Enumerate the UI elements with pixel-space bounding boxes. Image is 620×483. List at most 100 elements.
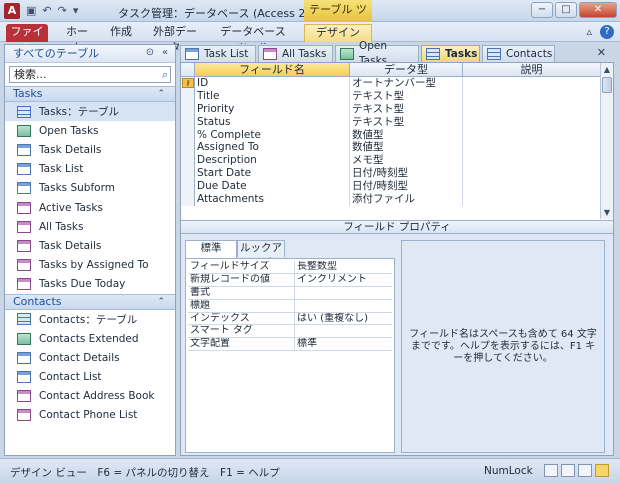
field-name-cell[interactable]: Due Date bbox=[195, 180, 350, 194]
property-row[interactable]: 新規レコードの値 インクリメント bbox=[188, 273, 392, 287]
maximize-button[interactable]: □ bbox=[555, 2, 577, 18]
field-name-cell[interactable]: % Complete bbox=[195, 128, 350, 142]
nav-item[interactable]: Tasks by Assigned To bbox=[5, 256, 175, 275]
field-name-cell[interactable]: ID bbox=[195, 77, 350, 90]
description-cell[interactable] bbox=[463, 167, 601, 180]
document-tab[interactable]: Task List bbox=[180, 45, 256, 62]
nav-group-header[interactable]: Contacts ⌃ bbox=[5, 293, 175, 310]
description-cell[interactable] bbox=[463, 154, 601, 167]
data-type-cell[interactable]: 数値型 bbox=[350, 128, 463, 142]
field-row[interactable]: Attachments 添付ファイル bbox=[181, 193, 601, 206]
property-value[interactable] bbox=[295, 300, 392, 312]
tab-external-data[interactable]: 外部データ bbox=[150, 24, 200, 54]
row-selector[interactable] bbox=[181, 180, 195, 194]
nav-item[interactable]: Active Tasks bbox=[5, 198, 175, 217]
undo-icon[interactable]: ↶ bbox=[42, 4, 51, 17]
field-name-cell[interactable]: Start Date bbox=[195, 167, 350, 181]
document-tab[interactable]: Contacts bbox=[482, 45, 555, 62]
property-row[interactable]: インデックス はい (重複なし) bbox=[188, 312, 392, 326]
row-selector[interactable] bbox=[181, 141, 195, 155]
datasheet-view-icon[interactable] bbox=[544, 464, 558, 477]
column-header-data-type[interactable]: データ型 bbox=[350, 63, 463, 76]
nav-item[interactable]: Tasks：テーブル bbox=[5, 102, 175, 122]
search-icon[interactable]: ⌕ bbox=[162, 67, 168, 82]
minimize-ribbon-icon[interactable]: ▵ bbox=[586, 25, 592, 39]
property-value[interactable] bbox=[295, 287, 392, 299]
property-row[interactable]: 標題 bbox=[188, 299, 392, 313]
close-document-icon[interactable]: ✕ bbox=[597, 46, 606, 59]
data-type-cell[interactable]: テキスト型 bbox=[350, 102, 463, 116]
access-logo-icon[interactable]: A bbox=[4, 3, 20, 19]
collapse-group-icon[interactable]: ⌃ bbox=[157, 87, 165, 101]
tab-database-tools[interactable]: データベース ツール bbox=[214, 24, 292, 54]
nav-item[interactable]: Contact Phone List bbox=[5, 406, 175, 425]
tab-create[interactable]: 作成 bbox=[108, 24, 134, 42]
field-name-cell[interactable]: Priority bbox=[195, 102, 350, 116]
nav-item[interactable]: Tasks Subform bbox=[5, 179, 175, 198]
nav-item[interactable]: Contacts：テーブル bbox=[5, 310, 175, 329]
property-value[interactable]: はい (重複なし) bbox=[295, 313, 392, 325]
property-row[interactable]: 文字配置 標準 bbox=[188, 338, 392, 352]
redo-icon[interactable]: ↷ bbox=[58, 4, 67, 17]
nav-item[interactable]: Contact List bbox=[5, 367, 175, 386]
tab-general[interactable]: 標準 bbox=[185, 240, 237, 258]
nav-item[interactable]: Contacts Extended bbox=[5, 329, 175, 348]
description-cell[interactable] bbox=[463, 193, 601, 206]
field-row[interactable]: Status テキスト型 bbox=[181, 115, 601, 129]
field-name-cell[interactable]: Title bbox=[195, 89, 350, 103]
description-cell[interactable] bbox=[463, 77, 601, 90]
description-cell[interactable] bbox=[463, 116, 601, 129]
pivotchart-view-icon[interactable] bbox=[578, 464, 592, 477]
nav-item[interactable]: Tasks Due Today bbox=[5, 275, 175, 294]
nav-item[interactable]: Contact Address Book bbox=[5, 387, 175, 406]
row-selector[interactable] bbox=[181, 193, 195, 206]
shutter-bar-collapse-icon[interactable]: « bbox=[158, 46, 172, 60]
row-selector[interactable] bbox=[181, 102, 195, 116]
field-name-cell[interactable]: Status bbox=[195, 115, 350, 129]
row-selector[interactable] bbox=[181, 115, 195, 129]
property-value[interactable]: 長整数型 bbox=[295, 261, 392, 273]
field-row[interactable]: Start Date 日付/時刻型 bbox=[181, 167, 601, 181]
row-selector[interactable] bbox=[181, 128, 195, 142]
row-selector[interactable]: ⚷ bbox=[181, 77, 195, 90]
description-cell[interactable] bbox=[463, 90, 601, 103]
collapse-group-icon[interactable]: ⌃ bbox=[157, 295, 165, 309]
nav-item[interactable]: Open Tasks bbox=[5, 121, 175, 140]
row-selector[interactable] bbox=[181, 154, 195, 168]
data-type-cell[interactable]: 日付/時刻型 bbox=[350, 180, 463, 194]
field-row[interactable]: Description メモ型 bbox=[181, 154, 601, 168]
nav-item[interactable]: Task Details bbox=[5, 140, 175, 159]
field-row[interactable]: % Complete 数値型 bbox=[181, 128, 601, 142]
nav-item[interactable]: Task Details bbox=[5, 236, 175, 255]
scroll-up-arrow-icon[interactable]: ▲ bbox=[601, 63, 613, 76]
property-value[interactable] bbox=[295, 325, 392, 337]
data-type-cell[interactable]: メモ型 bbox=[350, 154, 463, 168]
nav-pane-header[interactable]: すべてのテーブル ⊙ « bbox=[5, 45, 175, 63]
row-selector[interactable] bbox=[181, 167, 195, 181]
field-row[interactable]: Title テキスト型 bbox=[181, 89, 601, 103]
field-name-cell[interactable]: Description bbox=[195, 154, 350, 168]
pivottable-view-icon[interactable] bbox=[561, 464, 575, 477]
document-tab[interactable]: Tasks bbox=[421, 45, 480, 62]
customize-qat-icon[interactable]: ▾ bbox=[73, 4, 79, 17]
property-row[interactable]: 書式 bbox=[188, 286, 392, 300]
data-type-cell[interactable]: 日付/時刻型 bbox=[350, 167, 463, 181]
data-type-cell[interactable]: テキスト型 bbox=[350, 89, 463, 103]
property-value[interactable]: インクリメント bbox=[295, 274, 392, 286]
tab-file[interactable]: ファイル bbox=[6, 24, 48, 54]
column-header-field-name[interactable]: フィールド名 bbox=[195, 63, 350, 76]
field-row[interactable]: Assigned To 数値型 bbox=[181, 141, 601, 155]
nav-group-header[interactable]: Tasks ⌃ bbox=[5, 86, 175, 102]
nav-menu-dropdown-icon[interactable]: ⊙ bbox=[143, 46, 157, 60]
document-tab[interactable]: Open Tasks bbox=[335, 40, 419, 67]
nav-item[interactable]: Task List bbox=[5, 160, 175, 179]
nav-item[interactable]: All Tasks bbox=[5, 217, 175, 236]
field-row[interactable]: ⚷ ID オートナンバー型 bbox=[181, 77, 601, 90]
description-cell[interactable] bbox=[463, 180, 601, 193]
property-row[interactable]: フィールドサイズ 長整数型 bbox=[188, 261, 392, 274]
column-header-description[interactable]: 説明 bbox=[463, 63, 601, 76]
row-selector[interactable] bbox=[181, 89, 195, 103]
design-view-icon[interactable] bbox=[595, 464, 609, 477]
data-type-cell[interactable]: オートナンバー型 bbox=[350, 77, 463, 90]
tab-home[interactable]: ホーム bbox=[62, 24, 92, 54]
